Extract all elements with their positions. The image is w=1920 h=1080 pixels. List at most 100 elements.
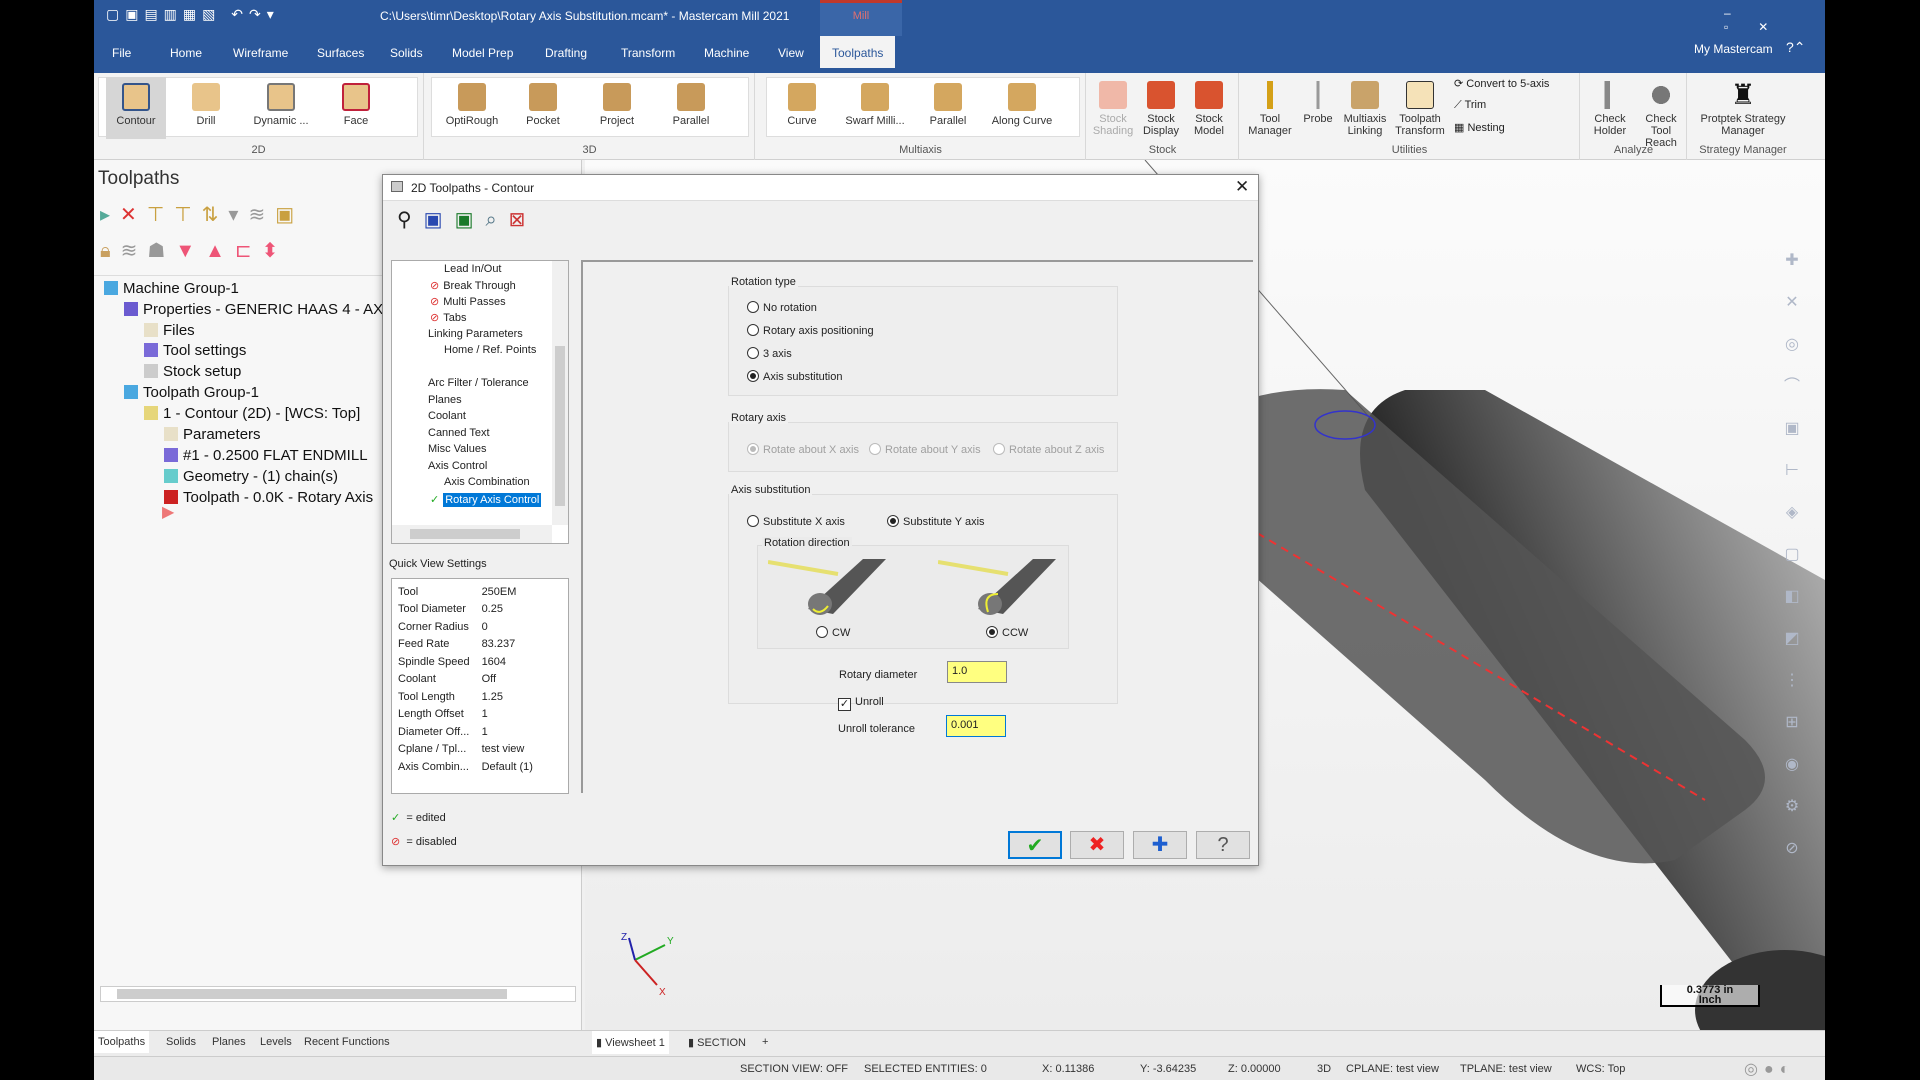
stock-display-button[interactable]: Stock Display: [1137, 75, 1185, 137]
tree-node[interactable]: Planes: [428, 394, 462, 406]
radio-no-rotation[interactable]: No rotation: [747, 301, 817, 314]
tree-node[interactable]: Lead In/Out: [444, 263, 502, 275]
tree-item[interactable]: Files: [144, 322, 195, 339]
radio-axis-substitution[interactable]: Axis substitution: [747, 370, 842, 383]
tree-item[interactable]: Parameters: [164, 426, 261, 443]
tree-node[interactable]: Arc Filter / Tolerance: [428, 377, 529, 389]
radio-rotate-y[interactable]: Rotate about Y axis: [869, 443, 981, 456]
bottom-tab-recent-functions[interactable]: Recent Functions: [304, 1036, 390, 1048]
curve-button[interactable]: Curve: [772, 77, 832, 139]
preview-icon[interactable]: ⌕: [485, 209, 508, 231]
tree-item[interactable]: 1 - Contour (2D) - [WCS: Top]: [144, 405, 360, 422]
tab-toolpaths[interactable]: Toolpaths: [820, 36, 896, 68]
tree-horizontal-scrollbar[interactable]: [392, 525, 552, 543]
radio-3-axis[interactable]: 3 axis: [747, 347, 792, 360]
tree-node[interactable]: Canned Text: [428, 427, 490, 439]
save-as-icon[interactable]: ▣: [455, 209, 486, 231]
view-toolbar[interactable]: ✚ ✕ ◎ ⌒ ▣ ⊢ ◈ ▢ ◧ ◩ ⋮ ⊞ ◉ ⚙ ⊘: [1780, 240, 1804, 870]
radio-cw[interactable]: CW: [816, 626, 850, 639]
clear-icon[interactable]: ⊠: [509, 209, 538, 231]
tree-item[interactable]: #1 - 0.2500 FLAT ENDMILL: [164, 447, 368, 464]
panel-horizontal-scrollbar[interactable]: [100, 986, 576, 1002]
tab-machine[interactable]: Machine: [696, 42, 757, 64]
parallel-3d-button[interactable]: Parallel: [661, 77, 721, 139]
tree-item[interactable]: Machine Group-1: [104, 280, 239, 297]
probe-button[interactable]: Probe: [1298, 75, 1338, 137]
parallel-multiaxis-button[interactable]: Parallel: [918, 77, 978, 139]
bottom-tab-planes[interactable]: Planes: [212, 1036, 246, 1048]
face-button[interactable]: Face: [326, 77, 386, 139]
add-viewsheet-button[interactable]: +: [762, 1036, 768, 1048]
toolpath-toolbar-row2[interactable]: 🔒︎≋☗▼▲⊏⬍: [100, 238, 288, 263]
tree-node[interactable]: Axis Combination: [444, 476, 530, 488]
tab-model-prep[interactable]: Model Prep: [444, 42, 521, 64]
view-mode[interactable]: 3D: [1317, 1063, 1331, 1075]
tplane-status[interactable]: TPLANE: test view: [1460, 1063, 1552, 1075]
tab-transform[interactable]: Transform: [613, 42, 683, 64]
tab-drafting[interactable]: Drafting: [537, 42, 595, 64]
tree-item[interactable]: Properties - GENERIC HAAS 4 - AXIS: [124, 301, 397, 318]
z-depth[interactable]: Z: 0.00000: [1228, 1063, 1281, 1075]
tree-node[interactable]: ✓ Rotary Axis Control: [430, 493, 542, 507]
radio-substitute-y[interactable]: Substitute Y axis: [887, 515, 985, 528]
tree-vertical-scrollbar[interactable]: [552, 261, 568, 525]
stock-shading-button[interactable]: Stock Shading: [1089, 75, 1137, 137]
tree-node[interactable]: Misc Values: [428, 443, 486, 455]
section-view-status[interactable]: SECTION VIEW: OFF: [740, 1063, 848, 1075]
my-mastercam-link[interactable]: My Mastercam: [1694, 42, 1773, 56]
dynamic-button[interactable]: Dynamic ...: [246, 77, 316, 139]
tool-icon[interactable]: ⚲: [397, 209, 424, 231]
view-tab-viewsheet[interactable]: ▮ Viewsheet 1: [592, 1031, 669, 1054]
tree-item[interactable]: Toolpath Group-1: [124, 384, 259, 401]
tree-item[interactable]: Toolpath - 0.0K - Rotary Axis: [164, 489, 373, 506]
optirough-button[interactable]: OptiRough: [437, 77, 507, 139]
toolpath-toolbar-row1[interactable]: ▸✕⊤⊤⇅▾≋▣: [100, 202, 304, 227]
check-holder-button[interactable]: Check Holder: [1585, 75, 1635, 137]
radio-rotary-axis-positioning[interactable]: Rotary axis positioning: [747, 324, 874, 337]
swarf-button[interactable]: Swarf Milli...: [838, 77, 912, 139]
bottom-tab-levels[interactable]: Levels: [260, 1036, 292, 1048]
along-curve-button[interactable]: Along Curve: [984, 77, 1060, 139]
unroll-checkbox[interactable]: ✓ Unroll: [838, 696, 884, 711]
tree-item[interactable]: Tool settings: [144, 342, 246, 359]
tab-solids[interactable]: Solids: [382, 42, 431, 64]
quick-access-toolbar[interactable]: ▢▣▤▥▦▧ ↶↷▾: [106, 6, 280, 23]
multiaxis-linking-button[interactable]: Multiaxis Linking: [1338, 75, 1392, 137]
view-tab-section[interactable]: ▮ SECTION: [688, 1036, 746, 1049]
tree-node[interactable]: ⊘ Break Through: [430, 279, 516, 292]
tree-node[interactable]: Coolant: [428, 410, 466, 422]
tab-surfaces[interactable]: Surfaces: [309, 42, 372, 64]
tree-node[interactable]: Linking Parameters: [428, 328, 523, 340]
nesting-button[interactable]: ▦ Nesting: [1454, 121, 1505, 134]
tree-item[interactable]: Geometry - (1) chain(s): [164, 468, 338, 485]
unroll-tolerance-input[interactable]: 0.001: [946, 715, 1006, 737]
tab-view[interactable]: View: [770, 42, 812, 64]
tab-wireframe[interactable]: Wireframe: [225, 42, 296, 64]
cplane-status[interactable]: CPLANE: test view: [1346, 1063, 1439, 1075]
ok-button[interactable]: ✔: [1008, 831, 1062, 859]
bottom-tab-solids[interactable]: Solids: [166, 1036, 196, 1048]
contour-button[interactable]: Contour: [106, 77, 166, 139]
drill-button[interactable]: Drill: [176, 77, 236, 139]
tab-home[interactable]: Home: [162, 42, 210, 64]
project-button[interactable]: Project: [587, 77, 647, 139]
radio-substitute-x[interactable]: Substitute X axis: [747, 515, 845, 528]
close-icon[interactable]: ✕: [1235, 177, 1249, 197]
pocket-button[interactable]: Pocket: [513, 77, 573, 139]
toolpath-transform-button[interactable]: Toolpath Transform: [1392, 75, 1448, 137]
tool-manager-button[interactable]: Tool Manager: [1244, 75, 1296, 137]
display-mode-icons[interactable]: ◎●◐: [1744, 1059, 1795, 1079]
bottom-tab-toolpaths[interactable]: Toolpaths: [94, 1031, 150, 1053]
window-controls[interactable]: –▫✕: [1724, 6, 1825, 34]
rotary-diameter-input[interactable]: 1.0: [947, 661, 1007, 683]
help-button[interactable]: ?: [1196, 831, 1250, 859]
trim-button[interactable]: ⟋ Trim: [1454, 99, 1486, 112]
check-tool-reach-button[interactable]: Check Tool Reach: [1635, 75, 1687, 149]
wcs-status[interactable]: WCS: Top: [1576, 1063, 1625, 1075]
stock-model-button[interactable]: Stock Model: [1185, 75, 1233, 137]
tree-item[interactable]: Stock setup: [144, 363, 241, 380]
radio-rotate-z[interactable]: Rotate about Z axis: [993, 443, 1104, 456]
radio-rotate-x[interactable]: Rotate about X axis: [747, 443, 859, 456]
strategy-manager-button[interactable]: ♜ Protptek Strategy Manager: [1688, 75, 1798, 138]
save-icon[interactable]: ▣: [424, 209, 455, 231]
